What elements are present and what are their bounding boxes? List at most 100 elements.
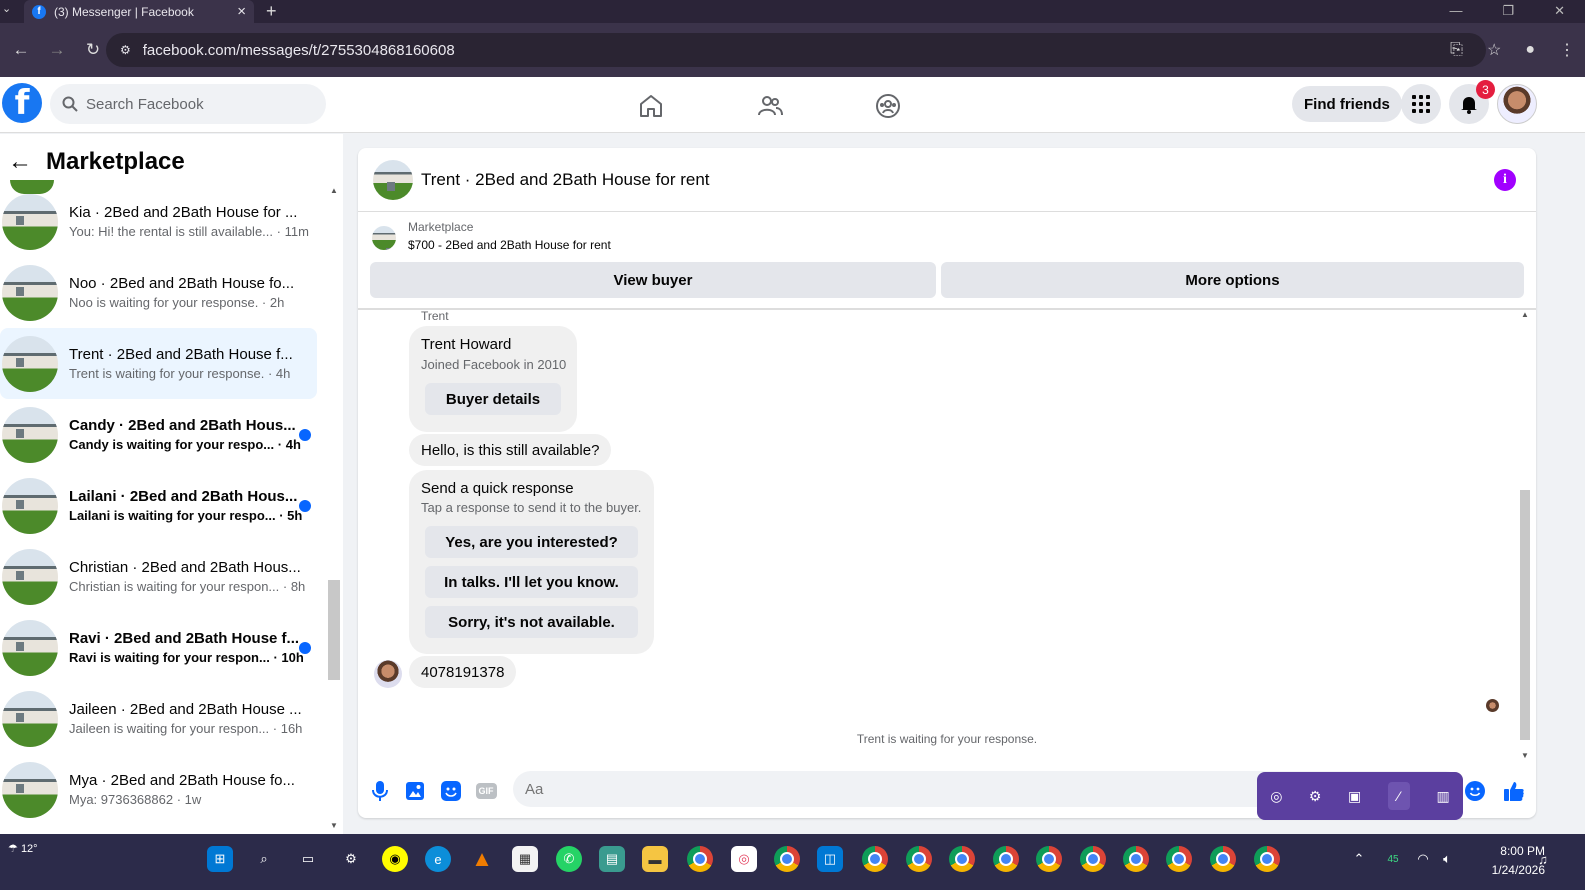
url-field[interactable]: ⚙ facebook.com/messages/t/27553048681606… [106, 33, 1486, 67]
conversation-preview: Jaileen is waiting for your respon... [69, 721, 270, 736]
conversation-item[interactable]: Mya · 2Bed and 2Bath House fo... Mya: 973… [0, 754, 317, 825]
menu-grid-icon[interactable] [1401, 84, 1441, 124]
facebook-header: f Find friends 3 [0, 77, 1585, 133]
emoji-icon[interactable] [1464, 780, 1486, 802]
sidebar-scrollbar[interactable]: ▲ ▼ [327, 186, 341, 830]
listing-summary[interactable]: Marketplace $700 - 2Bed and 2Bath House … [370, 220, 611, 252]
chrome-icon[interactable] [1210, 846, 1236, 872]
chrome-icon[interactable] [1036, 846, 1062, 872]
quick-response-button[interactable]: Yes, are you interested? [425, 526, 638, 558]
taskbar-search-icon[interactable]: ⌕ [251, 846, 277, 872]
chrome-icon[interactable] [906, 846, 932, 872]
conversation-item[interactable]: Lailani · 2Bed and 2Bath Hous... Lailani … [0, 470, 317, 541]
tab-search-icon[interactable]: ⌄ [2, 2, 11, 15]
my-avatar [374, 660, 402, 688]
conversation-item[interactable]: Kia · 2Bed and 2Bath House for ... You: H… [0, 186, 317, 257]
facebook-logo-icon[interactable]: f [2, 83, 42, 123]
minimize-icon[interactable]: — [1449, 0, 1462, 22]
outlook-icon[interactable]: ◫ [817, 846, 843, 872]
notification-bell-icon[interactable]: ♫ [1530, 846, 1556, 872]
info-icon[interactable]: i [1494, 169, 1516, 191]
close-window-icon[interactable]: ✕ [1554, 0, 1565, 22]
chrome-icon[interactable] [993, 846, 1019, 872]
conversation-item[interactable]: Ravi · 2Bed and 2Bath House f... Ravi is … [0, 612, 317, 683]
friends-icon[interactable] [755, 91, 785, 121]
bookmark-star-icon[interactable]: ☆ [1487, 40, 1501, 60]
conversation-item[interactable]: Jaileen · 2Bed and 2Bath House ... Jailee… [0, 683, 317, 754]
buyer-name: Trent Howard [421, 336, 512, 353]
reload-icon[interactable]: ↻ [78, 40, 108, 60]
conversation-item[interactable]: Candy · 2Bed and 2Bath Hous... Candy is w… [0, 399, 317, 470]
like-thumbs-up-icon[interactable] [1503, 780, 1525, 802]
close-tab-icon[interactable]: × [237, 3, 246, 20]
tray-app-icon[interactable]: ◎ [1270, 788, 1282, 805]
whatsapp-icon[interactable]: ✆ [556, 846, 582, 872]
listing-thumbnail[interactable] [373, 159, 413, 200]
back-arrow-icon[interactable]: ← [8, 148, 32, 176]
chrome-icon[interactable] [862, 846, 888, 872]
back-icon[interactable]: ← [6, 40, 36, 60]
chrome-icon[interactable] [949, 846, 975, 872]
vlc-icon[interactable]: ▲ [469, 846, 495, 872]
buyer-profile-card: Trent Howard Joined Facebook in 2010 Buy… [409, 326, 577, 432]
chrome-icon[interactable] [1123, 846, 1149, 872]
start-windows-icon[interactable]: ⊞ [207, 846, 233, 872]
microphone-icon[interactable] [369, 780, 391, 802]
battery-level[interactable]: 45 [1380, 846, 1406, 872]
security-tray-icon[interactable]: ▣ [1348, 788, 1361, 805]
file-explorer-icon[interactable]: ▬ [642, 846, 668, 872]
buyer-joined: Joined Facebook in 2010 [421, 357, 567, 372]
search-input[interactable] [86, 95, 286, 113]
store-icon[interactable]: ▦ [512, 846, 538, 872]
gif-icon[interactable]: GIF [475, 780, 497, 802]
browser-tab[interactable]: f (3) Messenger | Facebook × [24, 0, 254, 23]
chrome-icon[interactable] [687, 846, 713, 872]
new-tab-button[interactable]: + [266, 0, 277, 22]
pen-tray-icon[interactable]: ⁄ [1387, 782, 1410, 810]
chrome-icon[interactable] [774, 846, 800, 872]
volume-icon[interactable]: 🔈︎ [1434, 846, 1460, 872]
buyer-details-button[interactable]: Buyer details [425, 383, 561, 415]
quick-response-button[interactable]: Sorry, it's not available. [425, 606, 638, 638]
conversation-name: Candy · 2Bed and 2Bath Hous... [69, 417, 296, 434]
forward-icon[interactable]: → [42, 40, 72, 60]
steam-icon[interactable]: ⚙ [338, 846, 364, 872]
snapchat-icon[interactable]: ◉ [382, 846, 408, 872]
app-icon[interactable]: ▤ [599, 846, 625, 872]
wifi-icon[interactable]: ◠ [1410, 846, 1436, 872]
weather-widget[interactable]: ☂ 12° [8, 842, 38, 855]
instagram-icon[interactable]: ◎ [731, 846, 757, 872]
groups-icon[interactable] [873, 91, 903, 121]
home-icon[interactable] [636, 91, 666, 121]
chrome-icon[interactable] [1166, 846, 1192, 872]
edge-icon[interactable]: e [425, 846, 451, 872]
conversation-thumbnail [2, 406, 58, 463]
search-box[interactable] [50, 84, 326, 124]
restore-icon[interactable]: ❐ [1502, 0, 1514, 22]
photo-icon[interactable] [404, 780, 426, 802]
steam-tray-icon[interactable]: ⚙ [1309, 788, 1322, 805]
conversation-item[interactable]: Noo · 2Bed and 2Bath House fo... Noo is w… [0, 257, 317, 328]
menu-dots-icon[interactable]: ⋮ [1559, 40, 1575, 60]
site-info-icon[interactable]: ⚙ [120, 43, 131, 57]
install-app-icon[interactable]: ⎘ [1450, 41, 1463, 59]
view-buyer-button[interactable]: View buyer [370, 262, 936, 298]
quick-response-button[interactable]: In talks. I'll let you know. [425, 566, 638, 598]
conversation-item[interactable]: Christian · 2Bed and 2Bath Hous... Christ… [0, 541, 317, 612]
stats-tray-icon[interactable]: ▥ [1436, 788, 1449, 805]
sticker-icon[interactable] [440, 780, 462, 802]
conversation-item[interactable]: Trent · 2Bed and 2Bath House f... Trent i… [0, 328, 317, 399]
marketplace-sidebar: ← Marketplace Kia · 2Bed and 2Bath House… [0, 134, 343, 834]
chrome-icon[interactable] [1254, 846, 1280, 872]
quick-response-list: Yes, are you interested? In talks. I'll l… [425, 526, 638, 646]
conversation-thumbnail [2, 690, 58, 747]
chrome-icon[interactable] [1080, 846, 1106, 872]
profile-icon[interactable]: ● [1525, 41, 1535, 59]
show-hidden-icons-chevron-icon[interactable]: ⌃ [1346, 846, 1372, 872]
find-friends-button[interactable]: Find friends [1292, 86, 1402, 122]
task-view-icon[interactable]: ▭ [295, 846, 321, 872]
chat-title[interactable]: Trent · 2Bed and 2Bath House for rent [421, 170, 710, 190]
account-avatar[interactable] [1497, 84, 1537, 124]
chat-scrollbar[interactable]: ▲ ▼ [1518, 310, 1532, 760]
more-options-button[interactable]: More options [941, 262, 1524, 298]
